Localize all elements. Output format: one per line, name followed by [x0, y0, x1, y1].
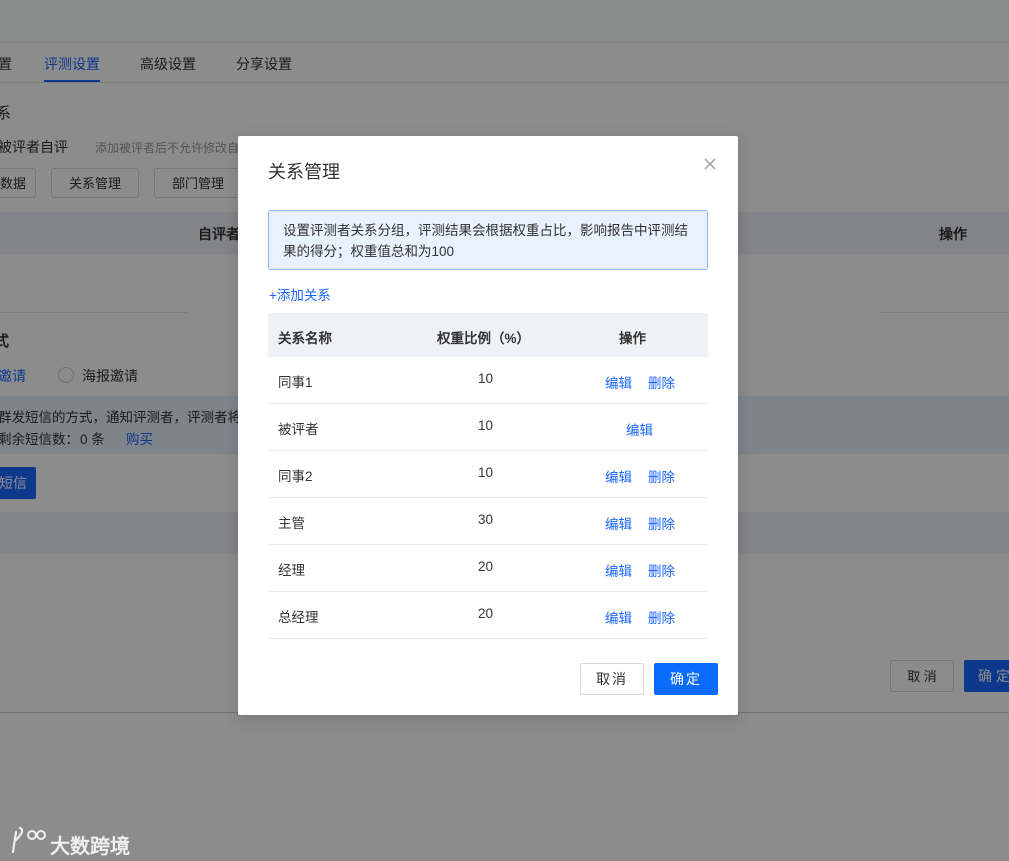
- column-weight-ratio: 权重比例（%）: [437, 331, 531, 346]
- relation-name: 同事1: [278, 375, 313, 390]
- confirm-button[interactable]: 确定: [654, 663, 718, 695]
- relation-weight: 30: [478, 512, 494, 527]
- delete-link[interactable]: 删除: [648, 607, 675, 627]
- dialog-title: 关系管理: [268, 162, 340, 182]
- relation-name: 被评者: [278, 422, 319, 437]
- table-row: 同事2 10 编辑 删除: [268, 451, 708, 498]
- edit-link[interactable]: 编辑: [605, 560, 632, 580]
- info-alert: 设置评测者关系分组，评测结果会根据权重占比，影响报告中评测结果的得分；权重值总和…: [268, 210, 708, 270]
- edit-link[interactable]: 编辑: [605, 607, 632, 627]
- relation-manage-dialog: 关系管理 设置评测者关系分组，评测结果会根据权重占比，影响报告中评测结果的得分；…: [238, 136, 738, 715]
- relation-weight: 10: [478, 371, 494, 386]
- relation-weight: 20: [478, 559, 494, 574]
- relation-name: 主管: [278, 516, 305, 531]
- delete-link[interactable]: 删除: [648, 560, 675, 580]
- edit-link[interactable]: 编辑: [605, 513, 632, 533]
- column-relation-name: 关系名称: [278, 331, 332, 346]
- delete-link[interactable]: 删除: [648, 466, 675, 486]
- watermark-icon: [11, 826, 46, 854]
- table-row: 同事1 10 编辑 删除: [268, 357, 708, 404]
- delete-link[interactable]: 删除: [648, 513, 675, 533]
- relation-name: 经理: [278, 563, 305, 578]
- delete-link[interactable]: 删除: [648, 372, 675, 392]
- relation-table: 关系名称 权重比例（%） 操作 同事1 10 编辑 删除 被评者 10 编辑 同…: [268, 313, 708, 639]
- table-row: 被评者 10 编辑: [268, 404, 708, 451]
- table-row: 主管 30 编辑 删除: [268, 498, 708, 545]
- cancel-button[interactable]: 取消: [580, 663, 644, 695]
- edit-link[interactable]: 编辑: [626, 419, 653, 439]
- relation-table-header: 关系名称 权重比例（%） 操作: [268, 313, 708, 357]
- watermark-logo: 大数跨境: [10, 826, 130, 858]
- table-row: 经理 20 编辑 删除: [268, 545, 708, 592]
- relation-name: 同事2: [278, 469, 313, 484]
- watermark-text: 大数跨境: [50, 836, 130, 858]
- edit-link[interactable]: 编辑: [605, 466, 632, 486]
- add-relation-link[interactable]: +添加关系: [269, 284, 331, 304]
- info-alert-text: 设置评测者关系分组，评测结果会根据权重占比，影响报告中评测结果的得分；权重值总和…: [283, 223, 688, 259]
- close-icon[interactable]: [700, 154, 720, 174]
- relation-weight: 10: [478, 418, 494, 433]
- column-actions: 操作: [619, 331, 646, 346]
- edit-link[interactable]: 编辑: [605, 372, 632, 392]
- relation-name: 总经理: [278, 610, 319, 625]
- relation-weight: 10: [478, 465, 494, 480]
- table-row: 总经理 20 编辑 删除: [268, 592, 708, 639]
- relation-weight: 20: [478, 606, 494, 621]
